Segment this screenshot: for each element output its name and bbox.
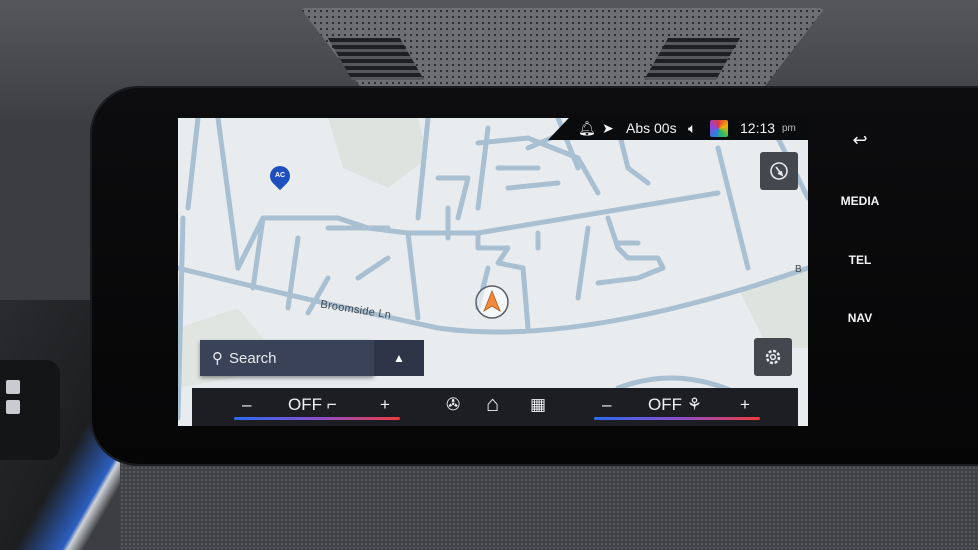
ac-charging-poi-icon[interactable]: AC	[265, 161, 295, 191]
left-temp-gradient	[234, 417, 400, 420]
compass-icon	[770, 162, 788, 180]
poi-label: AC	[274, 172, 286, 179]
right-temp-gradient	[594, 417, 760, 420]
seat-key	[6, 400, 20, 414]
right-temp-decrease-button[interactable]: –	[602, 395, 611, 415]
seat-control-panel	[0, 360, 60, 460]
navigation-arrow-icon: ➤	[602, 120, 614, 136]
fan-icon[interactable]: ✇	[446, 395, 460, 415]
nav-button[interactable]: NAV	[820, 311, 900, 325]
bell-icon[interactable]: 🔔︎	[578, 120, 596, 137]
vehicle-position-icon	[475, 285, 509, 319]
gear-icon	[765, 349, 781, 365]
dashboard-bottom	[0, 450, 978, 550]
seat-icon: ⌐	[326, 395, 337, 414]
speaker-mute-icon[interactable]: 🔈︎	[688, 120, 696, 137]
climate-bar: – OFF ⌐ + ✇ ⌂ ▦ – OFF ⚘ +	[192, 388, 798, 426]
left-temp-value: OFF	[288, 395, 322, 414]
seat-key	[6, 380, 20, 394]
infotainment-screen: AC Broomside Ln B 🔔︎ ➤ Abs 00s 🔈︎ 12:13 …	[178, 118, 808, 426]
back-button[interactable]: ↩	[820, 130, 900, 151]
right-temp-value: OFF	[648, 395, 682, 414]
tel-button[interactable]: TEL	[820, 253, 900, 267]
seat-heat-icon: ⚘	[686, 395, 702, 414]
search-expand-button[interactable]: ▲	[374, 340, 424, 376]
left-temp-increase-button[interactable]: +	[380, 395, 390, 415]
app-logo-icon[interactable]	[710, 120, 728, 137]
left-seat-heat-toggle[interactable]: OFF ⌐	[288, 395, 337, 415]
status-bar: 🔔︎ ➤ Abs 00s 🔈︎ 12:13 pm	[548, 118, 808, 140]
search-icon: ⚲	[212, 350, 223, 367]
clock-time: 12:13	[740, 120, 776, 136]
street-label-edge: B	[795, 264, 802, 275]
hard-key-panel: ↩ MEDIA TEL NAV	[820, 118, 900, 358]
apps-grid-icon[interactable]: ▦	[530, 395, 546, 415]
search-field[interactable]: ⚲ Search	[200, 340, 374, 376]
search-label: Search	[229, 349, 277, 367]
media-button[interactable]: MEDIA	[820, 194, 900, 208]
clock-ampm: pm	[782, 123, 796, 134]
navigation-map[interactable]	[178, 118, 808, 426]
home-icon[interactable]: ⌂	[486, 391, 499, 417]
abs-status: Abs 00s	[626, 120, 677, 136]
left-temp-decrease-button[interactable]: –	[242, 395, 251, 415]
compass-button[interactable]	[760, 152, 798, 190]
right-seat-heat-toggle[interactable]: OFF ⚘	[648, 395, 702, 415]
right-temp-increase-button[interactable]: +	[740, 395, 750, 415]
map-settings-button[interactable]	[754, 338, 792, 376]
